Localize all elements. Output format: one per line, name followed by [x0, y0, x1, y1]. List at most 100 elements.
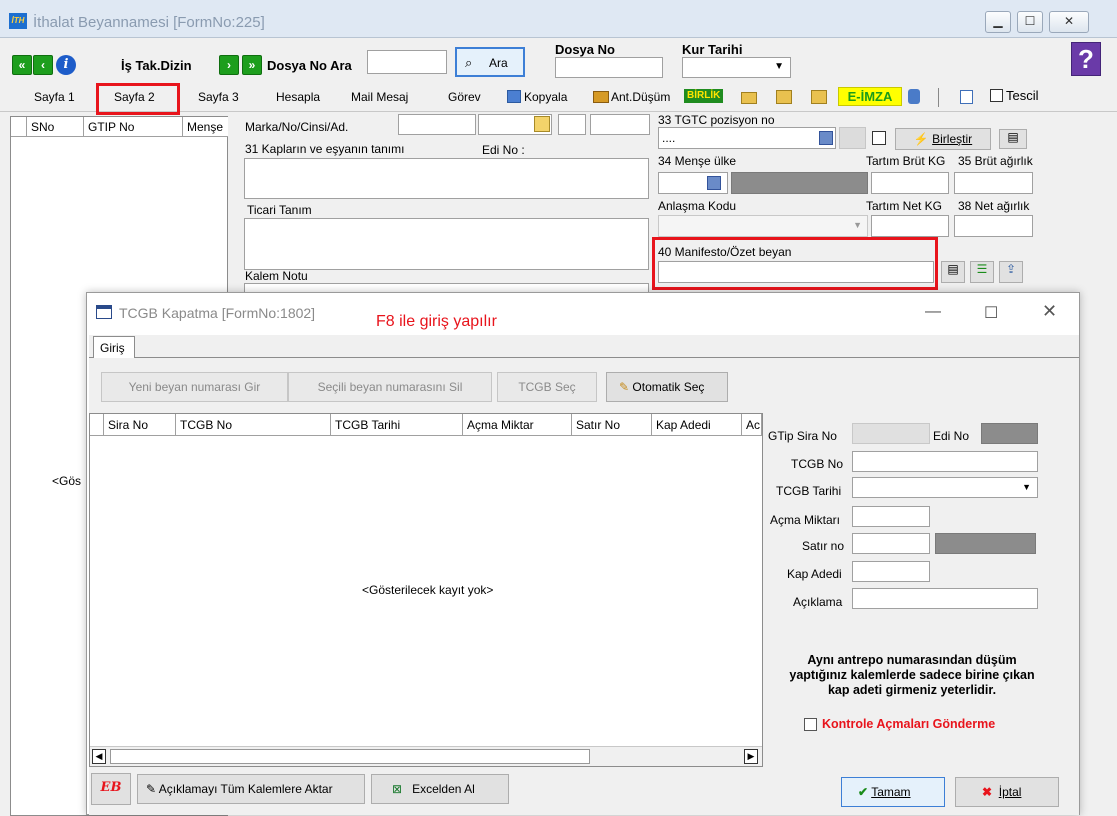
gtc-input[interactable]: .... [658, 127, 836, 149]
marka-input[interactable] [398, 114, 476, 135]
brut-kg-input[interactable] [871, 172, 949, 194]
sil-button[interactable]: Seçili beyan numarasını Sil [288, 372, 492, 402]
col-tcgb-no[interactable]: TCGB No [176, 414, 331, 436]
maximize-button[interactable]: ☐ [1017, 11, 1043, 33]
col-acma-miktar[interactable]: Açma Miktar [463, 414, 572, 436]
tescil-checkbox[interactable] [990, 89, 1003, 102]
form-icon [96, 305, 112, 319]
eb-button[interactable]: EB [91, 773, 131, 805]
anlasma-select[interactable]: ▼ [658, 215, 868, 237]
kaplar-textarea[interactable] [244, 158, 649, 199]
minimize-button[interactable]: ▁ [985, 11, 1011, 33]
horizontal-scrollbar[interactable]: ◀ ▶ [90, 746, 762, 766]
yeni-beyan-button[interactable]: Yeni beyan numarası Gir [101, 372, 288, 402]
next-record-button[interactable]: › [219, 55, 239, 75]
tab-sayfa3[interactable]: Sayfa 3 [198, 90, 239, 104]
manifesto-highlight [652, 237, 938, 290]
tab-giris[interactable]: Giriş [93, 336, 135, 358]
info-icon[interactable]: i [56, 55, 76, 75]
excel-label: Excelden Al [412, 782, 475, 796]
scroll-right-icon[interactable]: ▶ [744, 749, 758, 764]
copy-icon [507, 90, 521, 103]
tamam-button[interactable]: ✔ Tamam [841, 777, 945, 807]
net-agirlik-input[interactable] [954, 215, 1033, 237]
first-record-button[interactable]: « [12, 55, 32, 75]
tescil-label: Tescil [1006, 88, 1039, 103]
send-folder-icon[interactable] [811, 90, 827, 104]
edit-icon[interactable] [534, 116, 550, 132]
kap-adedi-input[interactable] [852, 561, 930, 582]
last-record-button[interactable]: » [242, 55, 262, 75]
folder-icon[interactable] [741, 92, 757, 104]
acma-miktari-input[interactable] [852, 506, 930, 527]
marka-input-4[interactable] [590, 114, 650, 135]
tcgb-grid[interactable]: Sira No TCGB No TCGB Tarihi Açma Miktar … [89, 413, 763, 767]
dosya-search-input[interactable] [367, 50, 447, 74]
annotation-text: F8 ile giriş yapılır [376, 313, 497, 330]
search-icon: ⌕ [465, 55, 473, 70]
ara-label: Ara [489, 56, 508, 70]
satir-no-label: Satır no [802, 539, 845, 553]
aciklama-aktar-button[interactable]: ✎ Açıklamayı Tüm Kalemlere Aktar [137, 774, 365, 804]
mense-input[interactable] [658, 172, 728, 194]
dosya-no-ara-label: Dosya No Ara [267, 58, 352, 73]
otomatik-sec-button[interactable]: ✎ Otomatik Seç [606, 372, 728, 402]
brut-kg-label: Tartım Brüt KG [866, 154, 946, 168]
tab-hesapla[interactable]: Hesapla [276, 90, 320, 104]
lookup-icon[interactable] [819, 131, 833, 145]
import-icon[interactable]: ⇪ [999, 261, 1023, 283]
e-imza-button[interactable]: E-İMZA [838, 87, 902, 106]
is-takip-label[interactable]: İş Tak.Dizin [121, 58, 192, 73]
ara-button[interactable]: ⌕ Ara [455, 47, 525, 77]
tab-gorev[interactable]: Görev [448, 90, 481, 104]
tab-mail-mesaj[interactable]: Mail Mesaj [351, 90, 408, 104]
tab-ant-dusum[interactable]: Ant.Düşüm [611, 90, 670, 104]
tcgb-kapatma-dialog: TCGB Kapatma [FormNo:1802] F8 ile giriş … [86, 292, 1080, 815]
list-icon[interactable]: ▤ [941, 261, 965, 283]
close-button[interactable]: ✕ [1049, 11, 1089, 33]
grid-header-mense[interactable]: Menşe [183, 117, 229, 137]
marka-input-3[interactable] [558, 114, 586, 135]
gtip-sira-label: GTip Sira No [768, 429, 837, 443]
kur-tarihi-select[interactable]: ▼ [682, 57, 791, 78]
net-agirlik-label: 38 Net ağırlık [958, 199, 1030, 213]
dialog-close-button[interactable]: ✕ [1042, 301, 1057, 322]
tab-sayfa1[interactable]: Sayfa 1 [34, 90, 75, 104]
col-tcgb-tarihi[interactable]: TCGB Tarihi [331, 414, 463, 436]
col-kap-adedi[interactable]: Kap Adedi [652, 414, 742, 436]
prev-record-button[interactable]: ‹ [33, 55, 53, 75]
birlik-button[interactable]: BİRLİK [684, 89, 724, 103]
scroll-left-icon[interactable]: ◀ [92, 749, 106, 764]
tcgb-no-input[interactable] [852, 451, 1038, 472]
col-aciklama[interactable]: Ac [742, 414, 762, 436]
document-icon[interactable] [960, 90, 973, 104]
col-sira-no[interactable]: Sira No [104, 414, 176, 436]
grid-header-gtip[interactable]: GTIP No [84, 117, 183, 137]
checklist-icon[interactable]: ☰ [970, 261, 994, 283]
aciklama-input[interactable] [852, 588, 1038, 609]
kontrole-checkbox[interactable] [804, 718, 817, 731]
gtc-checkbox[interactable] [872, 131, 886, 145]
shield-icon[interactable] [908, 89, 920, 104]
excel-button[interactable]: ⊠ Excelden Al [371, 774, 509, 804]
tcgb-tarihi-label: TCGB Tarihi [776, 484, 842, 498]
dosya-no-input[interactable] [555, 57, 663, 78]
dialog-minimize-button[interactable]: — [925, 303, 941, 321]
tcgb-sec-button[interactable]: TCGB Seç [497, 372, 597, 402]
tab-kopyala[interactable]: Kopyala [524, 90, 567, 104]
brut-agirlik-input[interactable] [954, 172, 1033, 194]
dialog-maximize-button[interactable]: ☐ [984, 303, 998, 323]
iptal-button[interactable]: ✖ İptal [955, 777, 1059, 807]
lookup-icon[interactable] [707, 176, 721, 190]
birlestir-button[interactable]: ⚡ Birleştir [895, 128, 991, 150]
tcgb-tarihi-select[interactable]: ▼ [852, 477, 1038, 498]
scroll-thumb[interactable] [110, 749, 590, 764]
upload-folder-icon[interactable] [776, 90, 792, 104]
satir-no-input[interactable] [852, 533, 930, 554]
ticari-tanim-textarea[interactable] [244, 218, 649, 270]
help-icon[interactable]: ? [1071, 42, 1101, 76]
grid-header-sno[interactable]: SNo [27, 117, 84, 137]
col-satir-no[interactable]: Satır No [572, 414, 652, 436]
calculator-icon[interactable]: ▤ [999, 129, 1027, 149]
net-kg-input[interactable] [871, 215, 949, 237]
